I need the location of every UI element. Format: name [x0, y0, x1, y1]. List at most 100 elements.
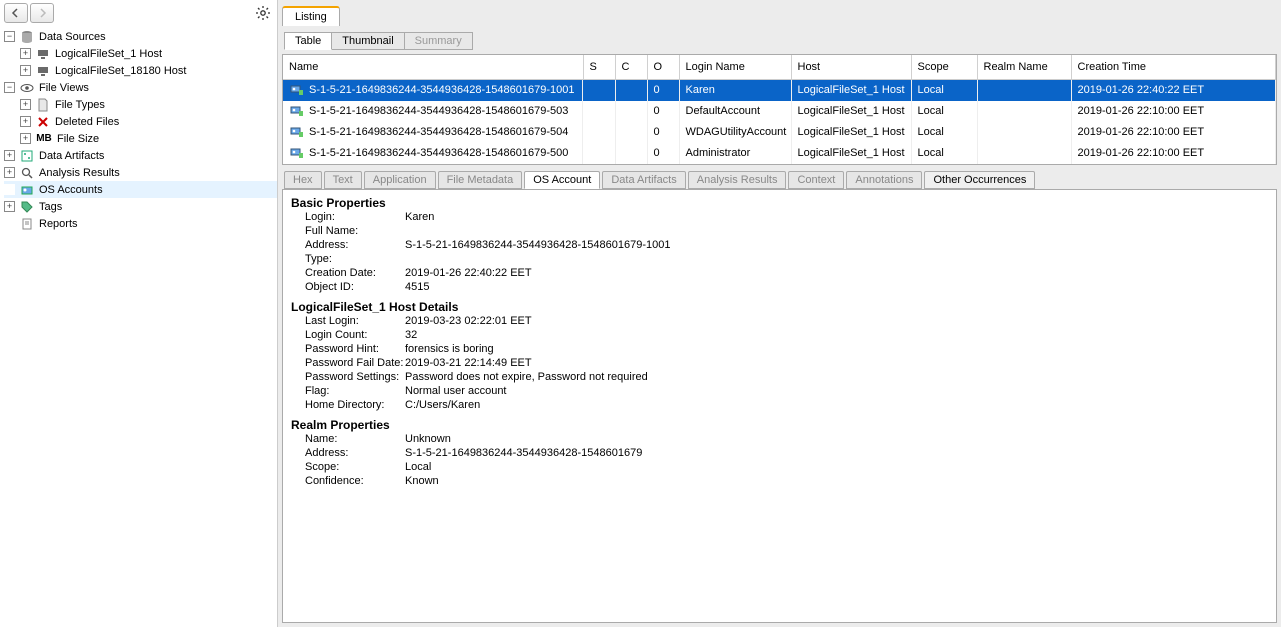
cell-login: Administrator	[679, 143, 791, 164]
mb-icon: MB	[35, 131, 53, 147]
table-row[interactable]: S-1-5-21-1649836244-3544936428-154860167…	[283, 79, 1276, 101]
details-panel: Basic Properties Login:Karen Full Name: …	[282, 189, 1277, 624]
tree-item-host2[interactable]: + LogicalFileSet_18180 Host	[20, 62, 277, 79]
value-lastlogin: 2019-03-23 02:22:01 EET	[405, 315, 1268, 327]
tree-item-host1[interactable]: + LogicalFileSet_1 Host	[20, 45, 277, 62]
cell-time: 2019-01-26 22:10:00 EET	[1071, 101, 1276, 122]
artifact-icon	[19, 148, 35, 164]
gear-icon[interactable]	[253, 3, 273, 23]
no-twisty	[4, 184, 15, 195]
label-lastlogin: Last Login:	[305, 315, 405, 327]
top-tabs: Listing	[278, 0, 1281, 26]
col-o[interactable]: O	[647, 55, 679, 79]
label-creation: Creation Date:	[305, 267, 405, 279]
tree-item-file-types[interactable]: + File Types	[20, 96, 277, 113]
cell-login: DefaultAccount	[679, 101, 791, 122]
expand-icon[interactable]: +	[20, 99, 31, 110]
cell-s	[583, 101, 615, 122]
expand-icon[interactable]: +	[4, 167, 15, 178]
expand-icon[interactable]: +	[4, 201, 15, 212]
expand-icon[interactable]: +	[4, 150, 15, 161]
col-login[interactable]: Login Name	[679, 55, 791, 79]
label-login: Login:	[305, 211, 405, 223]
label-rconfidence: Confidence:	[305, 475, 405, 487]
expand-icon[interactable]: +	[20, 116, 31, 127]
cell-s	[583, 143, 615, 164]
tree-item-tags[interactable]: + Tags	[4, 198, 277, 215]
detail-tab-analysis-results: Analysis Results	[688, 171, 787, 189]
magnifier-icon	[19, 165, 35, 181]
table-row[interactable]: S-1-5-21-1649836244-3544936428-154860167…	[283, 143, 1276, 164]
tree-item-analysis-results[interactable]: + Analysis Results	[4, 164, 277, 181]
col-c[interactable]: C	[615, 55, 647, 79]
forward-button[interactable]	[30, 3, 54, 23]
col-creation[interactable]: Creation Time	[1071, 55, 1276, 79]
tree-label: Reports	[39, 218, 78, 230]
col-s[interactable]: S	[583, 55, 615, 79]
account-icon	[289, 145, 305, 161]
tree-item-file-size[interactable]: + MB File Size	[20, 130, 277, 147]
cell-c	[615, 79, 647, 101]
cell-c	[615, 122, 647, 143]
detail-tab-file-metadata: File Metadata	[438, 171, 523, 189]
back-button[interactable]	[4, 3, 28, 23]
label-pwfail: Password Fail Date:	[305, 357, 405, 369]
value-fullname	[405, 225, 1268, 237]
host-icon	[35, 46, 51, 62]
view-tab-thumbnail[interactable]: Thumbnail	[331, 32, 404, 50]
detail-tab-other-occurrences[interactable]: Other Occurrences	[924, 171, 1035, 189]
col-host[interactable]: Host	[791, 55, 911, 79]
detail-tab-hex: Hex	[284, 171, 322, 189]
main-panel: Listing Table Thumbnail Summary Name S C…	[278, 0, 1281, 627]
tree-item-data-artifacts[interactable]: + Data Artifacts	[4, 147, 277, 164]
cell-name: S-1-5-21-1649836244-3544936428-154860167…	[283, 143, 583, 164]
cell-time: 2019-01-26 22:10:00 EET	[1071, 122, 1276, 143]
collapse-icon[interactable]: −	[4, 31, 15, 42]
col-realm[interactable]: Realm Name	[977, 55, 1071, 79]
detail-tab-application: Application	[364, 171, 436, 189]
table-row[interactable]: S-1-5-21-1649836244-3544936428-154860167…	[283, 122, 1276, 143]
file-icon	[35, 97, 51, 113]
tree-label: File Types	[55, 99, 105, 111]
cell-scope: Local	[911, 101, 977, 122]
tree-item-deleted-files[interactable]: + Deleted Files	[20, 113, 277, 130]
value-pwsettings: Password does not expire, Password not r…	[405, 371, 1268, 383]
tree-label: Tags	[39, 201, 62, 213]
view-tab-table[interactable]: Table	[284, 32, 332, 50]
cell-name: S-1-5-21-1649836244-3544936428-154860167…	[283, 122, 583, 143]
tree-item-data-sources[interactable]: − Data Sources	[4, 28, 277, 45]
label-logincount: Login Count:	[305, 329, 405, 341]
view-tab-summary: Summary	[404, 32, 473, 50]
sidebar: − Data Sources + LogicalFileSet_1 Host +…	[0, 0, 278, 627]
cell-host: LogicalFileSet_1 Host	[791, 122, 911, 143]
value-pwhint: forensics is boring	[405, 343, 1268, 355]
expand-icon[interactable]: +	[20, 133, 31, 144]
tab-listing[interactable]: Listing	[282, 6, 340, 26]
sidebar-toolbar	[0, 0, 277, 26]
expand-icon[interactable]: +	[20, 48, 31, 59]
detail-tab-os-account[interactable]: OS Account	[524, 171, 600, 189]
col-name[interactable]: Name	[283, 55, 583, 79]
label-rname: Name:	[305, 433, 405, 445]
value-homedir: C:/Users/Karen	[405, 399, 1268, 411]
cell-scope: Local	[911, 143, 977, 164]
cell-host: LogicalFileSet_1 Host	[791, 101, 911, 122]
tree-label: File Size	[57, 133, 99, 145]
tree-label: Deleted Files	[55, 116, 119, 128]
account-icon	[19, 182, 35, 198]
collapse-icon[interactable]: −	[4, 82, 15, 93]
expand-icon[interactable]: +	[20, 65, 31, 76]
col-scope[interactable]: Scope	[911, 55, 977, 79]
tree-label: OS Accounts	[39, 184, 103, 196]
table-row[interactable]: S-1-5-21-1649836244-3544936428-154860167…	[283, 101, 1276, 122]
section-basic-title: Basic Properties	[291, 196, 1268, 210]
value-rscope: Local	[405, 461, 1268, 473]
tree-item-file-views[interactable]: − File Views	[4, 79, 277, 96]
cell-realm	[977, 79, 1071, 101]
no-twisty	[4, 218, 15, 229]
database-icon	[19, 29, 35, 45]
tree-item-os-accounts[interactable]: OS Accounts	[4, 181, 277, 198]
cell-name: S-1-5-21-1649836244-3544936428-154860167…	[283, 80, 583, 101]
section-host-title: LogicalFileSet_1 Host Details	[291, 300, 1268, 314]
tree-item-reports[interactable]: Reports	[4, 215, 277, 232]
